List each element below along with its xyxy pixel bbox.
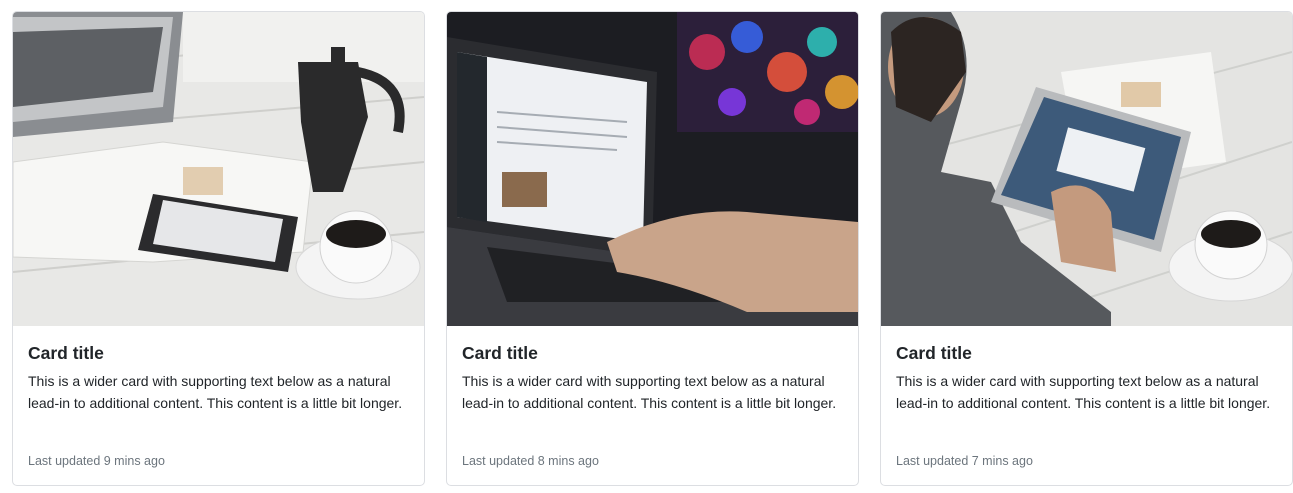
last-updated-text: Last updated 7 mins ago	[896, 454, 1033, 468]
card-image-coffee-desk	[13, 12, 424, 326]
last-updated-text: Last updated 8 mins ago	[462, 454, 599, 468]
card-text: This is a wider card with supporting tex…	[896, 373, 1271, 411]
card-1: Card title This is a wider card with sup…	[12, 11, 425, 486]
card-title: Card title	[28, 343, 104, 363]
card-body: Card title This is a wider card with sup…	[462, 326, 844, 414]
card-3: Card title This is a wider card with sup…	[880, 11, 1293, 486]
card-group: Card title This is a wider card with sup…	[0, 0, 1293, 493]
card-body: Card title This is a wider card with sup…	[28, 326, 410, 414]
last-updated-text: Last updated 9 mins ago	[28, 454, 165, 468]
card-image-man-tablet	[881, 12, 1292, 326]
card-text: This is a wider card with supporting tex…	[462, 373, 837, 411]
card-2: Card title This is a wider card with sup…	[446, 11, 859, 486]
card-image-laptop	[447, 12, 858, 326]
card-body: Card title This is a wider card with sup…	[896, 326, 1278, 414]
card-title: Card title	[462, 343, 538, 363]
card-text: This is a wider card with supporting tex…	[28, 373, 403, 411]
card-title: Card title	[896, 343, 972, 363]
